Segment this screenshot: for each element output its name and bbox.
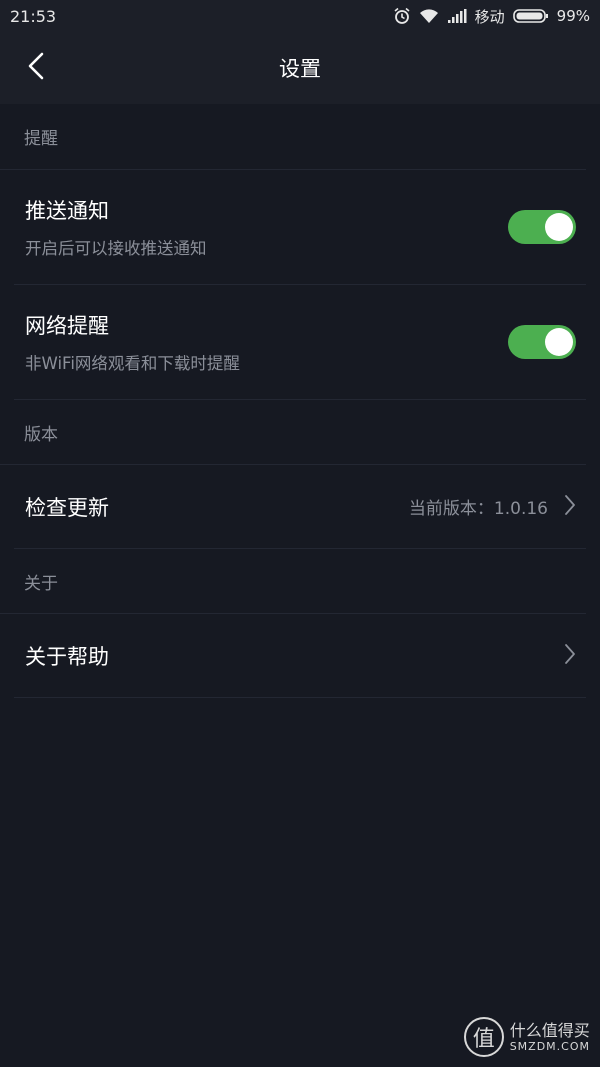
row-title: 检查更新	[25, 495, 109, 520]
row-right: 当前版本：1.0.16	[409, 494, 576, 520]
watermark-cn: 什么值得买	[509, 1020, 590, 1040]
settings-list: 提醒 推送通知 开启后可以接收推送通知 网络提醒 非WiFi网络观看和下载时提醒…	[0, 104, 600, 698]
setting-check-update[interactable]: 检查更新 当前版本：1.0.16	[14, 465, 586, 549]
wifi-icon	[419, 8, 439, 24]
chevron-right-icon	[564, 643, 576, 669]
watermark: 值 什么值得买 SMZDM.COM	[463, 1017, 590, 1057]
push-notification-toggle[interactable]	[508, 210, 576, 244]
row-subtitle: 开启后可以接收推送通知	[25, 239, 207, 258]
status-right: 移动 99%	[393, 6, 590, 27]
row-title: 关于帮助	[25, 644, 109, 669]
toggle-knob	[545, 213, 573, 241]
chevron-right-icon	[564, 494, 576, 520]
status-time: 21:53	[10, 6, 57, 26]
section-header-about: 关于	[0, 549, 586, 614]
row-title: 网络提醒	[25, 314, 109, 338]
row-title: 推送通知	[25, 199, 109, 223]
row-subtitle: 非WiFi网络观看和下载时提醒	[25, 354, 240, 373]
watermark-en: SMZDM.COM	[509, 1040, 590, 1053]
section-header-version: 版本	[0, 400, 586, 465]
network-reminder-toggle[interactable]	[508, 325, 576, 359]
app-bar: 设置	[0, 32, 600, 104]
battery-percent: 99%	[556, 7, 590, 25]
page-title: 设置	[279, 57, 321, 81]
signal-icon	[447, 9, 467, 23]
watermark-logo: 值	[463, 1017, 504, 1057]
toggle-knob	[545, 328, 573, 356]
row-right	[564, 643, 576, 669]
watermark-text: 什么值得买 SMZDM.COM	[510, 1021, 590, 1053]
current-version: 当前版本：1.0.16	[408, 499, 548, 519]
status-bar: 21:53 移动 99%	[0, 0, 600, 32]
setting-network-reminder[interactable]: 网络提醒 非WiFi网络观看和下载时提醒	[14, 285, 586, 400]
alarm-icon	[393, 7, 411, 25]
back-button[interactable]	[18, 50, 54, 86]
setting-push-notification[interactable]: 推送通知 开启后可以接收推送通知	[14, 170, 586, 285]
row-text: 网络提醒 非WiFi网络观看和下载时提醒	[25, 310, 240, 374]
battery-icon	[512, 8, 549, 24]
carrier-label: 移动	[474, 7, 505, 26]
section-header-reminders: 提醒	[0, 104, 586, 170]
row-text: 推送通知 开启后可以接收推送通知	[25, 195, 207, 259]
chevron-left-icon	[27, 52, 45, 84]
setting-about-help[interactable]: 关于帮助	[14, 614, 586, 698]
